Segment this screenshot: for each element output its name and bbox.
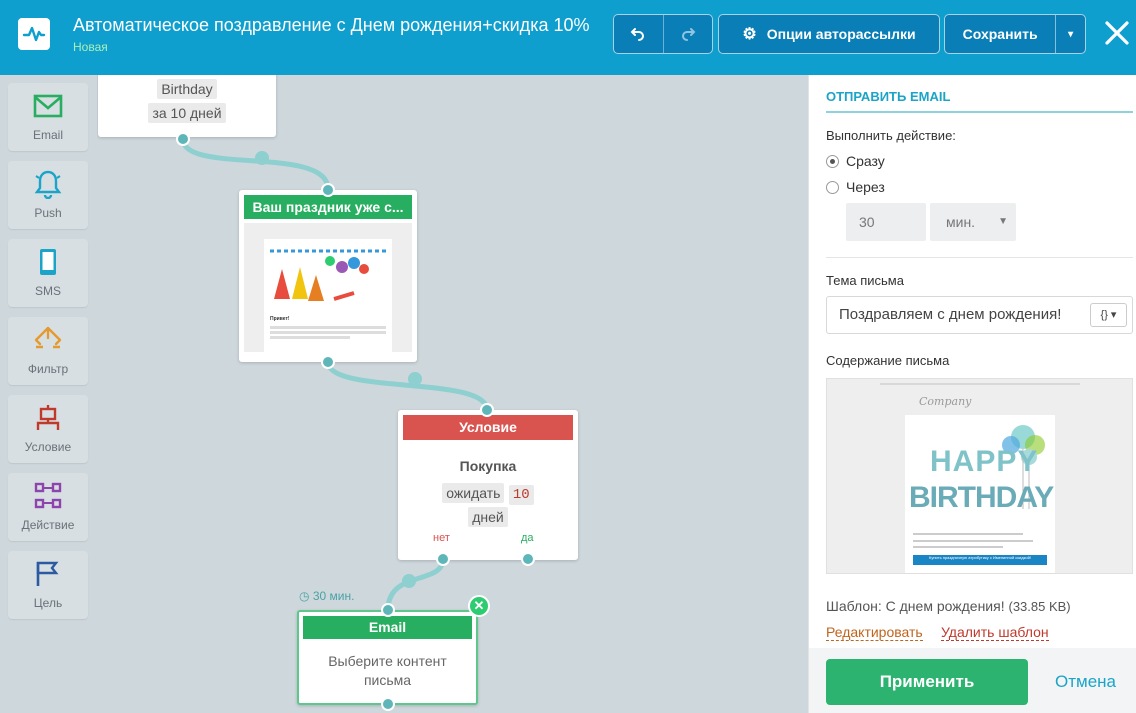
tool-push-label: Push [34,206,62,220]
condition-wait-label: ожидать [442,483,505,503]
delete-template-link[interactable]: Удалить шаблон [941,624,1049,641]
redo-icon [682,28,696,41]
delay-value-input[interactable]: 30 [846,203,926,241]
delay-unit-select[interactable]: мин. ▼ [930,203,1016,241]
save-menu-chevron-icon[interactable]: ▾ [1056,29,1085,40]
radio-now[interactable]: Сразу [826,153,885,169]
radio-after-label: Через [846,179,885,195]
condition-title: Условие [403,415,573,440]
close-icon [1105,21,1129,45]
branch-yes-label: да [521,532,534,544]
email-node-birthday[interactable]: Ваш праздник уже с... Привет! [239,190,417,362]
delay-label: ◷ 30 мин. [299,589,354,603]
trigger-label: Birthday [157,79,217,99]
template-name: Шаблон: С днем рождения! [826,598,1005,614]
tool-push[interactable]: Push [8,161,88,229]
tool-email[interactable]: Email [8,83,88,151]
chevron-down-icon: ▼ [998,216,1008,227]
tool-email-label: Email [32,128,63,142]
settings-panel: ОТПРАВИТЬ EMAIL Выполнить действие: Сраз… [808,75,1136,713]
email2-output-port[interactable] [381,697,395,711]
tool-action[interactable]: Действие [8,473,88,541]
condition-icon [36,405,60,430]
redo-button[interactable] [664,15,712,53]
tool-condition[interactable]: Условие [8,395,88,463]
save-button[interactable]: Сохранить [945,26,1055,42]
options-label: Опции авторассылки [766,26,916,42]
tool-goal-label: Цель [33,596,63,610]
envelope-icon [33,94,63,118]
subject-label: Тема письма [826,273,904,288]
cancel-button[interactable]: Отмена [1055,672,1116,692]
condition-node[interactable]: Условие Покупка ожидать 10 дней нет да [398,410,578,560]
campaign-title[interactable]: Автоматическое поздравление с Днем рожде… [73,15,590,36]
radio-after[interactable]: Через [826,179,885,195]
apply-button[interactable]: Применить [826,659,1028,705]
undo-button[interactable] [614,15,662,53]
edit-template-link[interactable]: Редактировать [826,624,923,641]
email2-input-port[interactable] [381,603,395,617]
flag-icon [36,561,59,586]
filter-icon [34,326,62,349]
close-button[interactable] [1104,20,1130,51]
preview-buy-button: Купить праздничную атрибутику с Именинно… [913,555,1047,565]
tool-sms-label: SMS [34,284,61,298]
email1-input-port[interactable] [321,183,335,197]
campaign-status: Новая [73,40,108,54]
phone-icon [40,249,56,275]
condition-name: Покупка [459,458,517,474]
preview-birthday: BIRTHDAY [909,481,1054,514]
radio-now-label: Сразу [846,153,885,169]
campaign-options-button[interactable]: ⚙ Опции авторассылки [718,14,940,54]
history-group [613,14,713,54]
remove-node-close-icon[interactable]: ✕ [468,595,490,617]
app-logo-icon [18,18,50,50]
tool-sidebar: Email Push SMS Фильтр Условие Действие Ц… [0,75,97,713]
top-bar: Автоматическое поздравление с Днем рожде… [0,0,1136,75]
bell-icon [34,170,62,199]
undo-icon [630,28,644,41]
action-icon [34,482,62,509]
start-node-birthday[interactable]: Birthday за 10 дней [98,75,276,137]
template-size: (33.85 KB) [1008,599,1071,614]
preview-company: Company [919,395,972,408]
email2-body: Выберите контент письма [328,653,447,688]
subject-input[interactable]: Поздравляем с днем рождения! {} ▾ [826,296,1133,334]
thumbnail-greeting: Привет! [270,316,290,322]
gear-icon: ⚙ [742,26,757,43]
delay-value: 30 мин. [312,589,355,603]
branch-no-label: нет [433,532,450,544]
email1-output-port[interactable] [321,355,335,369]
email-node-new[interactable]: Email Выберите контент письма [297,610,478,705]
content-label: Содержание письма [826,353,950,368]
trigger-offset: за 10 дней [148,103,226,123]
action-label: Выполнить действие: [826,128,956,143]
email-node-title: Ваш праздник уже с... [244,195,412,219]
panel-section-title: ОТПРАВИТЬ EMAIL [826,89,951,104]
email2-title: Email [303,616,472,639]
preview-happy: HAPPY [930,445,1039,478]
clock-icon: ◷ [299,589,310,603]
tool-sms[interactable]: SMS [8,239,88,307]
tool-action-label: Действие [21,518,75,532]
template-info: Шаблон: С днем рождения! (33.85 KB) [826,598,1071,614]
workflow-canvas[interactable]: Birthday за 10 дней Ваш праздник уже с..… [97,75,808,713]
start-output-port[interactable] [176,132,190,146]
email-content-preview[interactable]: Company HAPPY BIRTHDAY Купить праздничну… [826,378,1133,574]
subject-value: Поздравляем с днем рождения! [839,306,1062,323]
delay-unit-value: мин. [946,214,976,230]
tool-filter[interactable]: Фильтр [8,317,88,385]
panel-footer: Применить Отмена [809,648,1136,713]
condition-no-port[interactable] [436,552,450,566]
insert-variable-braces-icon[interactable]: {} ▾ [1090,303,1127,327]
tool-condition-label: Условие [24,440,72,454]
condition-wait-value: 10 [508,485,534,505]
condition-wait-unit: дней [468,507,508,527]
tool-filter-label: Фильтр [27,362,69,376]
condition-yes-port[interactable] [521,552,535,566]
save-group: Сохранить ▾ [944,14,1086,54]
condition-input-port[interactable] [480,403,494,417]
tool-goal[interactable]: Цель [8,551,88,619]
email-node-thumbnail: Привет! [244,223,412,352]
